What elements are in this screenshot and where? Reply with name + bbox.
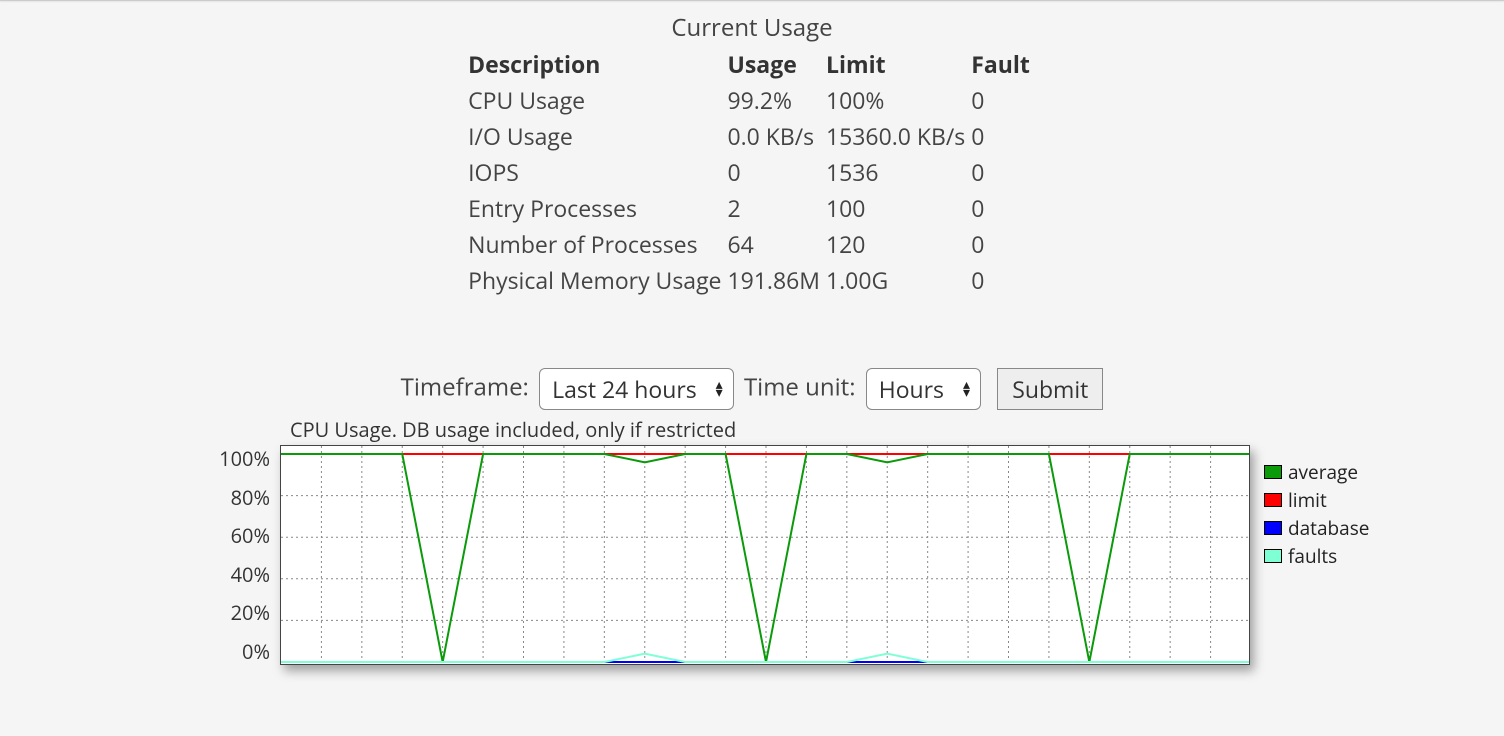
chevron-updown-icon: ▴▾: [963, 381, 970, 397]
table-row: Number of Processes641200: [468, 226, 1036, 262]
col-usage: Usage: [727, 46, 825, 82]
col-fault: Fault: [971, 46, 1036, 82]
ytick: 80%: [231, 484, 270, 511]
chevron-updown-icon: ▴▾: [716, 381, 723, 397]
ytick: 0%: [242, 638, 270, 665]
legend-item-faults: faults: [1264, 543, 1369, 569]
chart-y-axis: 100% 80% 60% 40% 20% 0%: [190, 445, 280, 665]
legend-item-average: average: [1264, 459, 1369, 485]
legend-label: limit: [1288, 487, 1327, 513]
chart-legend: average limit database faults: [1264, 459, 1369, 571]
window-top-divider: [0, 0, 1504, 1]
timeframe-label: Timeframe:: [401, 370, 529, 403]
chart-svg: [281, 446, 1250, 665]
table-row: Physical Memory Usage191.86M1.00G0: [468, 262, 1036, 298]
ytick: 60%: [231, 522, 270, 549]
cpu-usage-chart: [280, 445, 1250, 665]
legend-label: faults: [1288, 543, 1337, 569]
legend-item-database: database: [1264, 515, 1369, 541]
submit-button[interactable]: Submit: [997, 368, 1103, 410]
legend-swatch-faults: [1264, 549, 1282, 563]
timeunit-label: Time unit:: [744, 370, 856, 403]
col-limit: Limit: [826, 46, 971, 82]
legend-swatch-database: [1264, 521, 1282, 535]
legend-item-limit: limit: [1264, 487, 1369, 513]
ytick: 40%: [231, 561, 270, 588]
legend-swatch-average: [1264, 465, 1282, 479]
col-description: Description: [468, 46, 727, 82]
legend-swatch-limit: [1264, 493, 1282, 507]
legend-label: average: [1288, 459, 1358, 485]
legend-label: database: [1288, 515, 1369, 541]
timeunit-select[interactable]: Hours ▴▾: [866, 368, 981, 410]
chart-title: CPU Usage. DB usage included, only if re…: [290, 416, 1504, 443]
timeframe-select[interactable]: Last 24 hours ▴▾: [539, 368, 734, 410]
ytick: 20%: [231, 599, 270, 626]
table-row: CPU Usage99.2%100%0: [468, 82, 1036, 118]
timeframe-value: Last 24 hours: [552, 373, 697, 405]
timeunit-value: Hours: [879, 373, 944, 405]
table-row: IOPS015360: [468, 154, 1036, 190]
current-usage-title: Current Usage: [412, 11, 1092, 44]
current-usage-section: Current Usage Description Usage Limit Fa…: [412, 11, 1092, 298]
usage-table: Description Usage Limit Fault CPU Usage9…: [468, 46, 1036, 298]
table-row: I/O Usage0.0 KB/s15360.0 KB/s0: [468, 118, 1036, 154]
ytick: 100%: [219, 445, 270, 472]
table-row: Entry Processes21000: [468, 190, 1036, 226]
controls-row: Timeframe: Last 24 hours ▴▾ Time unit: H…: [0, 368, 1504, 410]
